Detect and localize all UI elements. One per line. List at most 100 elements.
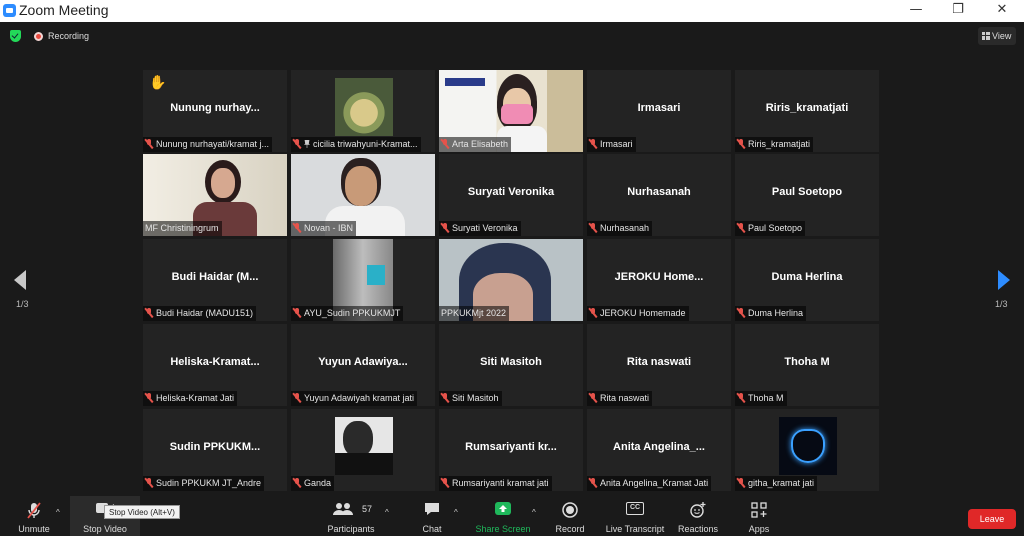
mic-muted-icon [145,139,153,149]
participant-tile[interactable]: Anita Angelina_... Anita Angelina_Kramat … [587,409,731,491]
participant-name: Sudin PPKUKM JT_Andre [156,478,262,488]
participant-name-label: cicilia triwahyuni-Kramat... [291,137,421,152]
participant-display-name: Heliska-Kramat... [170,356,260,368]
participant-tile[interactable]: MF Christiningrum [143,154,287,236]
stop-video-tooltip: Stop Video (Alt+V) [104,505,180,519]
participant-name: JEROKU Homemade [600,308,686,318]
mic-muted-icon [737,393,745,403]
participant-tile[interactable]: Nurhasanah Nurhasanah [587,154,731,236]
participant-display-name: Nunung nurhay... [170,102,260,114]
participant-name-label: githa_kramat jati [735,476,818,491]
participant-tile[interactable]: Rita naswati Rita naswati [587,324,731,406]
participant-name: PPKUKMjt 2022 [441,308,507,318]
leave-button[interactable]: Leave [968,509,1016,529]
chat-button[interactable]: Chat [416,496,448,536]
participant-name-label: JEROKU Homemade [587,306,689,321]
chat-options-caret-icon[interactable]: ^ [454,508,458,517]
participant-display-name: Budi Haidar (M... [171,271,259,283]
participant-tile[interactable]: ✋ Nunung nurhay... Nunung nurhayati/kramat… [143,70,287,152]
encryption-shield-icon[interactable] [10,30,21,42]
participant-tile[interactable]: Heliska-Kramat... Heliska-Kramat Jati [143,324,287,406]
apps-button[interactable]: Apps [744,496,774,536]
participant-name-label: Rita naswati [587,391,653,406]
meeting-topbar: Recording View [0,22,1024,50]
share-options-caret-icon[interactable]: ^ [532,508,536,517]
participant-display-name: Siti Masitoh [480,356,542,368]
unmute-button[interactable]: Unmute [14,496,54,536]
participant-tile[interactable]: JEROKU Home... JEROKU Homemade [587,239,731,321]
participant-tile[interactable]: Novan - IBN [291,154,435,236]
mic-muted-icon [441,478,449,488]
chat-bubble-icon [425,503,439,515]
participant-name: Nunung nurhayati/kramat j... [156,139,270,149]
minimize-button[interactable]: — [894,0,938,22]
record-button[interactable]: Record [552,496,588,536]
mic-muted-icon [293,308,301,318]
live-transcript-button[interactable]: CC Live Transcript [604,496,666,536]
participant-tile[interactable]: Paul Soetopo Paul Soetopo [735,154,879,236]
chat-label: Chat [422,524,442,534]
participant-display-name: Irmasari [637,102,681,114]
mic-muted-icon [293,478,301,488]
view-label: View [992,31,1012,41]
participant-tile[interactable]: Riris_kramatjati Riris_kramatjati [735,70,879,152]
participant-tile[interactable]: Duma Herlina Duma Herlina [735,239,879,321]
participant-tile[interactable]: Yuyun Adawiya... Yuyun Adawiyah kramat ja… [291,324,435,406]
mic-muted-icon [737,478,745,488]
participant-tile[interactable]: githa_kramat jati [735,409,879,491]
mic-muted-icon [737,223,745,233]
video-feed [335,417,393,475]
share-screen-button[interactable]: Share Screen [474,496,532,536]
participant-display-name: JEROKU Home... [614,271,704,283]
participant-tile[interactable]: Thoha M Thoha M [735,324,879,406]
mic-muted-icon [145,393,153,403]
participant-name-label: Irmasari [587,137,636,152]
participant-name-label: Nunung nurhayati/kramat j... [143,137,273,152]
mic-muted-icon [737,139,745,149]
recording-label[interactable]: Recording [48,31,89,41]
reactions-button[interactable]: Reactions [676,496,720,536]
participant-tile[interactable]: Irmasari Irmasari [587,70,731,152]
participant-display-name: Riris_kramatjati [765,102,849,114]
participant-name: Irmasari [600,139,633,149]
participant-display-name: Duma Herlina [771,271,843,283]
participant-tile[interactable]: cicilia triwahyuni-Kramat... [291,70,435,152]
maximize-button[interactable]: ❐ [936,0,980,22]
apps-icon [751,502,767,518]
next-page-arrow-icon[interactable] [998,270,1010,290]
close-button[interactable]: ✕ [980,0,1024,22]
mic-muted-icon [737,308,745,318]
participant-tile[interactable]: Rumsariyanti kr... Rumsariyanti kramat ja… [439,409,583,491]
participants-label: Participants [327,524,375,534]
participant-name: AYU_Sudin PPKUKMJT [304,308,401,318]
participant-display-name: Thoha M [784,356,830,368]
gallery-view: ✋ Nunung nurhay... Nunung nurhayati/kramat… [0,50,1024,496]
apps-label: Apps [748,524,770,534]
participant-tile[interactable]: PPKUKMjt 2022 [439,239,583,321]
participant-display-name: Rita naswati [626,356,692,368]
participants-options-caret-icon[interactable]: ^ [385,508,389,517]
participant-tile[interactable]: AYU_Sudin PPKUKMJT [291,239,435,321]
view-button[interactable]: View [978,27,1016,45]
mic-muted-icon [589,223,597,233]
participant-tile[interactable]: Budi Haidar (M... Budi Haidar (MADU151) [143,239,287,321]
mic-muted-icon [293,223,301,233]
participant-tile[interactable]: Siti Masitoh Siti Masitoh [439,324,583,406]
participant-tile[interactable]: Ganda [291,409,435,491]
participant-name: Novan - IBN [304,223,354,233]
audio-options-caret-icon[interactable]: ^ [56,508,60,517]
previous-page-arrow-icon[interactable] [14,270,26,290]
participant-tile[interactable]: Sudin PPKUKM... Sudin PPKUKM JT_Andre [143,409,287,491]
record-label: Record [555,524,585,534]
participant-name-label: Paul Soetopo [735,221,806,236]
participant-name: Budi Haidar (MADU151) [156,308,254,318]
participant-tile[interactable]: Suryati Veronika Suryati Veronika [439,154,583,236]
participants-button[interactable]: 57 Participants [325,496,377,536]
participant-name: Suryati Veronika [452,223,518,233]
pin-icon [304,140,310,148]
mic-muted-icon [589,139,597,149]
reactions-label: Reactions [677,524,719,534]
participant-tile[interactable]: Arta Elisabeth [439,70,583,152]
participants-icon [333,503,353,515]
participant-display-name: Rumsariyanti kr... [465,441,557,453]
